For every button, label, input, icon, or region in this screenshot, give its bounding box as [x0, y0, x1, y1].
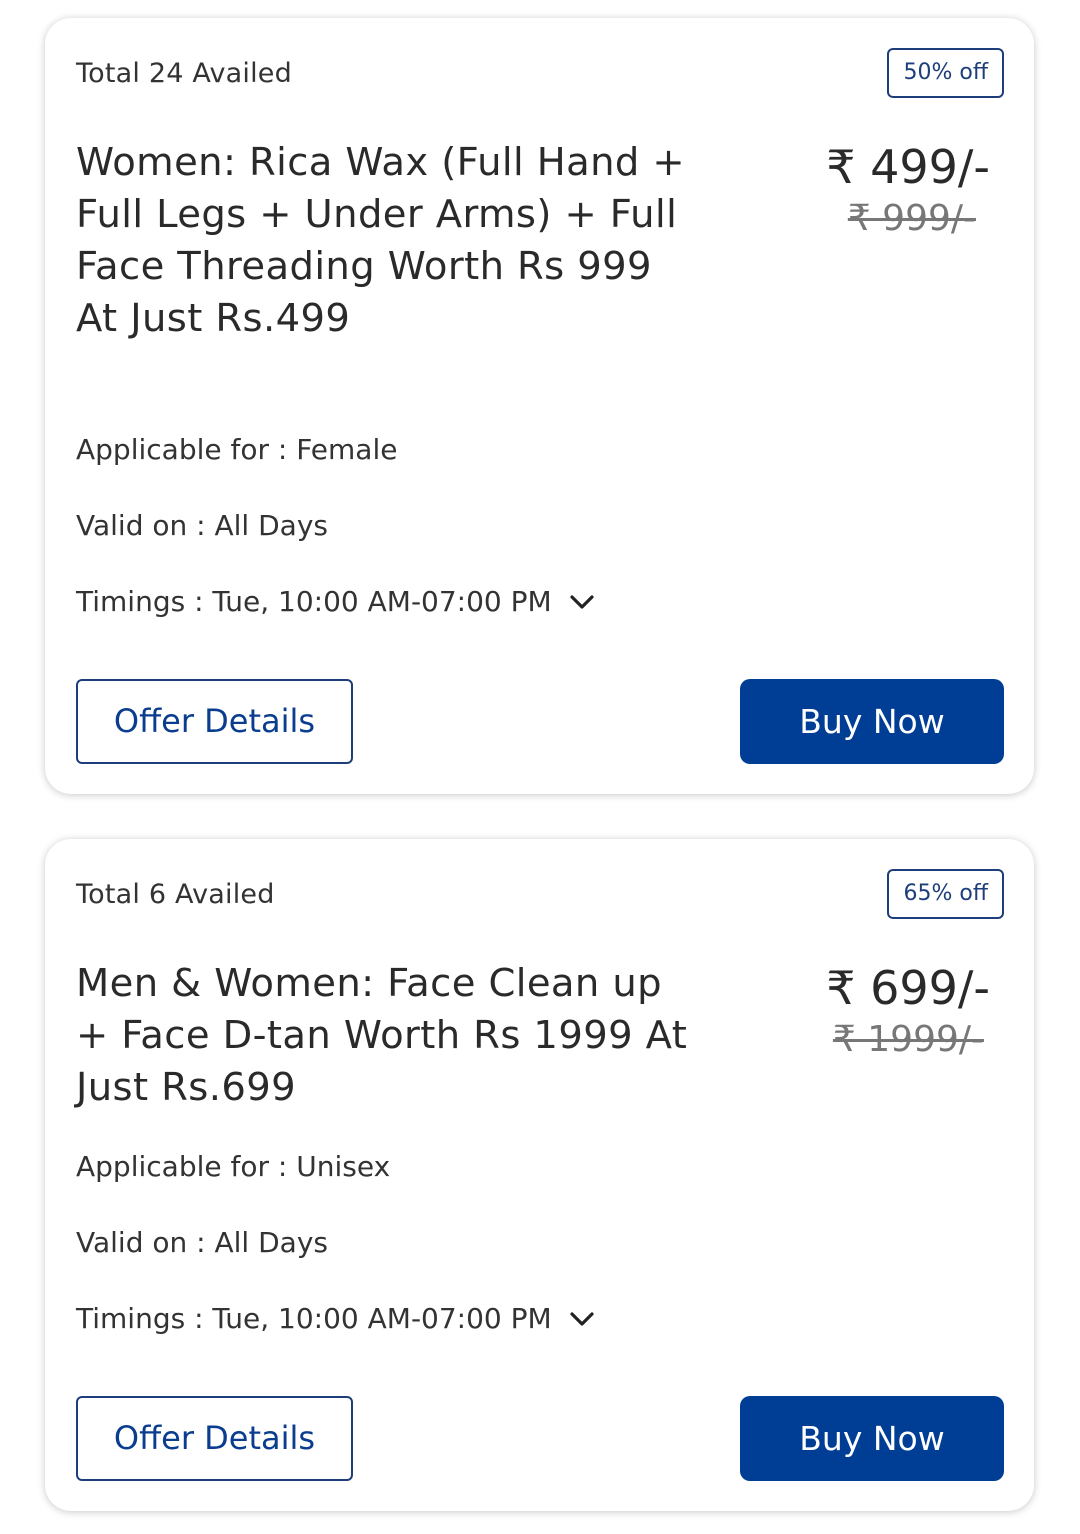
discount-badge: 50% off [887, 48, 1004, 98]
valid-on: Valid on : All Days [76, 1226, 328, 1259]
offer-details-button[interactable]: Offer Details [76, 1396, 353, 1481]
valid-on: Valid on : All Days [76, 509, 328, 542]
applicable-for: Applicable for : Unisex [76, 1150, 391, 1183]
original-price: ₹ 999/- [847, 198, 976, 239]
timings-row[interactable]: Timings : Tue, 10:00 AM-07:00 PM [76, 1302, 595, 1335]
timings-text: Timings : Tue, 10:00 AM-07:00 PM [76, 1302, 552, 1335]
chevron-down-icon[interactable] [569, 585, 595, 618]
applicable-for: Applicable for : Female [76, 433, 398, 466]
timings-text: Timings : Tue, 10:00 AM-07:00 PM [76, 585, 552, 618]
original-price: ₹ 1999/- [832, 1019, 984, 1060]
availed-count: Total 6 Availed [76, 879, 275, 910]
offer-price: ₹ 699/- [826, 961, 990, 1015]
offer-title: Women: Rica Wax (Full Hand + Full Legs +… [76, 140, 686, 341]
timings-row[interactable]: Timings : Tue, 10:00 AM-07:00 PM [76, 585, 595, 618]
discount-badge: 65% off [887, 869, 1004, 919]
offer-title: Men & Women: Face Clean up + Face D-tan … [76, 961, 688, 1110]
offer-card: Total 24 Availed 50% off Women: Rica Wax… [45, 18, 1034, 794]
offer-price: ₹ 499/- [826, 140, 990, 194]
chevron-down-icon[interactable] [569, 1302, 595, 1335]
offer-details-button[interactable]: Offer Details [76, 679, 353, 764]
availed-count: Total 24 Availed [76, 58, 292, 89]
buy-now-button[interactable]: Buy Now [740, 679, 1004, 764]
offer-card: Total 6 Availed 65% off Men & Women: Fac… [45, 839, 1034, 1511]
buy-now-button[interactable]: Buy Now [740, 1396, 1004, 1481]
